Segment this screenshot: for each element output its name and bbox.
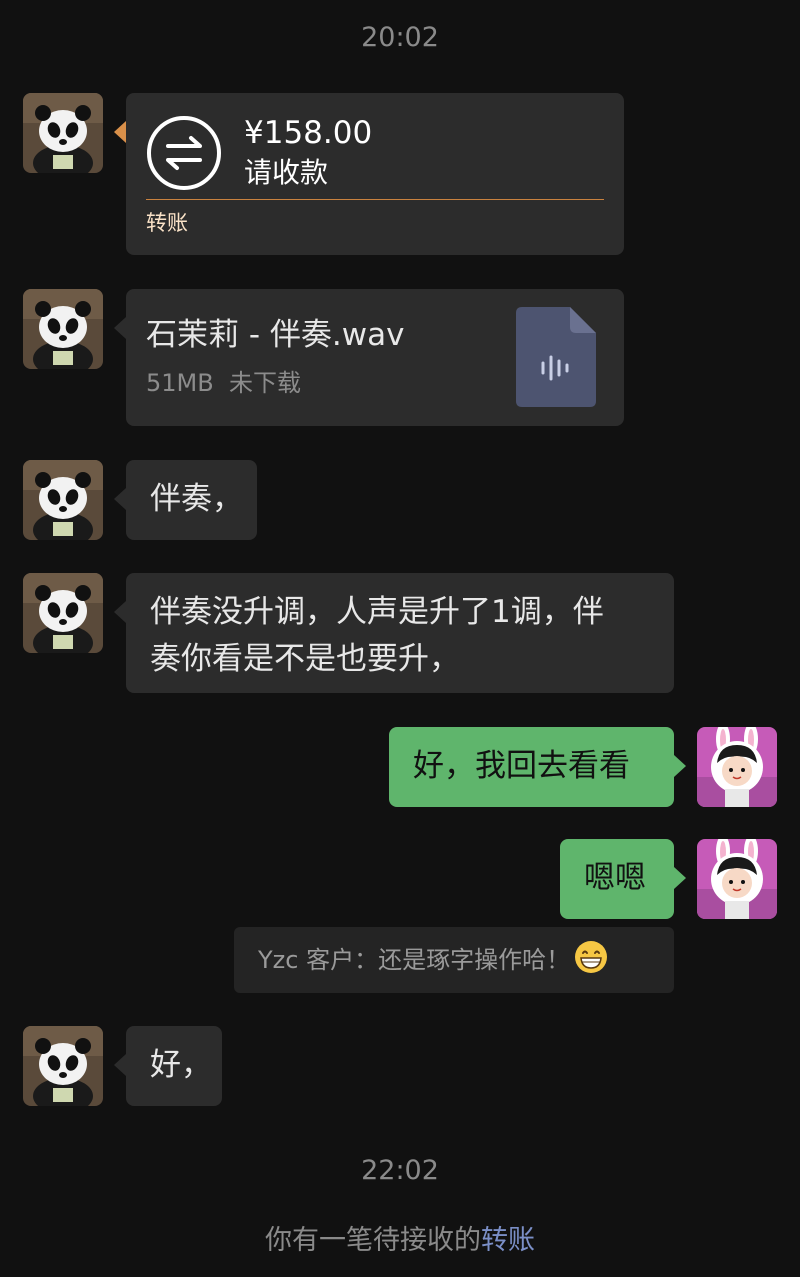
message-text: 嗯嗯: [584, 860, 646, 896]
incoming-message-bubble[interactable]: 好，: [114, 1026, 222, 1106]
contact-avatar[interactable]: [23, 289, 103, 369]
audio-file-icon: [516, 307, 596, 407]
notice-text: 你有一笔待接收的: [265, 1225, 481, 1256]
message-text-line: 伴奏没升调，人声是升了1调，伴: [150, 594, 604, 630]
pending-transfer-notice: 你有一笔待接收的转账: [0, 1218, 800, 1257]
message-text: 伴奏，: [150, 481, 243, 517]
transfer-bubble[interactable]: ¥158.00 请收款 转账: [114, 93, 624, 255]
transfer-arrows-icon: [147, 116, 221, 190]
grinning-face-emoji: [575, 941, 608, 973]
transfer-divider: [146, 199, 604, 200]
transfer-link[interactable]: 转账: [481, 1225, 535, 1256]
quoted-message[interactable]: Yzc 客户：还是琢字操作哈！: [234, 927, 674, 993]
outgoing-message-bubble[interactable]: 嗯嗯: [560, 839, 686, 919]
message-text-line: 奏你看是不是也要升，: [150, 641, 460, 677]
transfer-status: 请收款: [244, 156, 329, 189]
contact-avatar[interactable]: [23, 573, 103, 653]
incoming-message-bubble[interactable]: 伴奏没升调，人声是升了1调，伴 奏你看是不是也要升，: [114, 573, 674, 693]
incoming-message-bubble[interactable]: 伴奏，: [114, 460, 257, 540]
transfer-amount: ¥158.00: [244, 115, 373, 151]
quote-text: Yzc 客户：还是琢字操作哈！: [258, 946, 571, 974]
chat-screen: 20:02 ¥158.00 请收款 转账 石茉莉 - 伴奏.wav 51MB 未…: [0, 0, 800, 1277]
message-text: 好，我回去看看: [413, 748, 630, 784]
contact-avatar[interactable]: [23, 1026, 103, 1106]
file-status: 未下载: [228, 369, 301, 397]
self-avatar[interactable]: [697, 727, 777, 807]
message-text: 好，: [150, 1047, 212, 1083]
timestamp: 22:02: [361, 1155, 439, 1186]
file-size: 51MB: [146, 369, 214, 397]
timestamp: 20:02: [361, 22, 439, 53]
file-name: 石茉莉 - 伴奏.wav: [146, 317, 405, 353]
outgoing-message-bubble[interactable]: 好，我回去看看: [389, 727, 686, 807]
contact-avatar[interactable]: [23, 460, 103, 540]
self-avatar[interactable]: [697, 839, 777, 919]
file-meta: 51MB 未下载: [146, 367, 301, 399]
file-message-bubble[interactable]: 石茉莉 - 伴奏.wav 51MB 未下载: [114, 289, 624, 426]
contact-avatar[interactable]: [23, 93, 103, 173]
transfer-label: 转账: [146, 211, 188, 235]
